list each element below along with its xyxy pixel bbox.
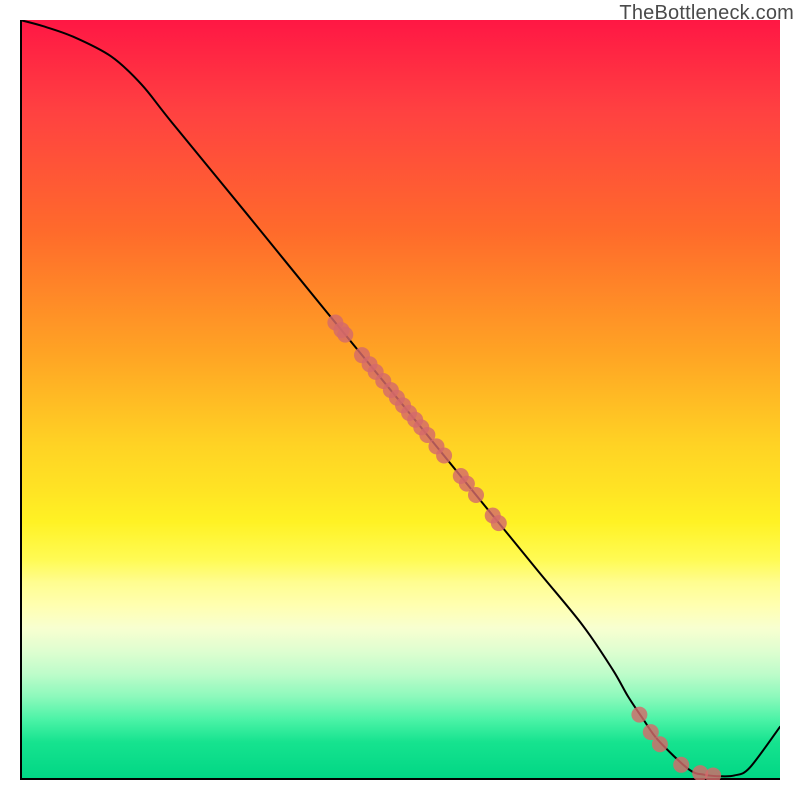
data-point — [436, 447, 452, 463]
data-point — [468, 487, 484, 503]
data-points — [327, 314, 721, 780]
data-point — [673, 757, 689, 773]
watermark-text: TheBottleneck.com — [619, 2, 794, 25]
data-point — [652, 736, 668, 752]
data-point — [491, 515, 507, 531]
data-point — [705, 767, 721, 780]
data-point — [631, 707, 647, 723]
data-point — [337, 327, 353, 343]
chart-canvas — [20, 20, 780, 780]
